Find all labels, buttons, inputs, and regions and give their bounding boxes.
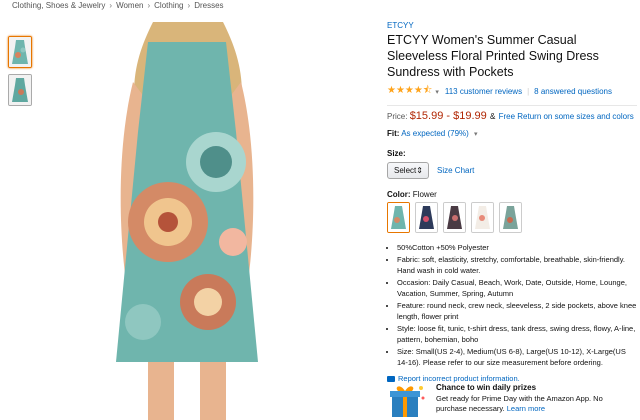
breadcrumb-item[interactable]: Clothing, Shoes & Jewelry: [12, 1, 105, 10]
report-link-text: Report incorrect product information.: [398, 374, 520, 383]
promo-banner: Chance to win daily prizes Get ready for…: [388, 383, 638, 420]
star-rating-icon[interactable]: ★★★★⯪: [387, 83, 432, 100]
feature-bullet: Occasion: Daily Casual, Beach, Work, Dat…: [397, 277, 637, 299]
color-swatch-flower[interactable]: [387, 202, 410, 233]
feature-bullets: 50%Cotton +50% Polyester Fabric: soft, e…: [387, 242, 637, 368]
price-value: $15.99 - $19.99: [409, 110, 487, 122]
price-ampersand: &: [490, 112, 496, 121]
product-info-panel: ETCYY ETCYY Women's Summer Casual Sleeve…: [387, 21, 637, 383]
promo-line: purchase necessary.: [436, 404, 505, 413]
feature-bullet: 50%Cotton +50% Polyester: [397, 242, 637, 253]
color-swatch-navy-floral[interactable]: [415, 202, 438, 233]
color-swatch-dark-floral[interactable]: [443, 202, 466, 233]
fit-row: Fit: As expected (79%) ▾: [387, 129, 637, 138]
dress-swatch-image: [444, 203, 465, 232]
dress-swatch-image: [472, 203, 493, 232]
free-return-link[interactable]: Free Return on some sizes and colors: [499, 112, 634, 121]
promo-title: Chance to win daily prizes: [436, 383, 537, 392]
product-title: ETCYY Women's Summer Casual Sleeveless F…: [387, 33, 599, 79]
feature-bullet: Feature: round neck, crew neck, sleevele…: [397, 300, 637, 322]
thumbnail-front[interactable]: [8, 36, 32, 68]
dress-thumbnail-image: [9, 75, 31, 105]
breadcrumb-item[interactable]: Clothing: [154, 1, 183, 10]
breadcrumb-separator: ›: [109, 1, 113, 10]
promo-line: Get ready for Prime Day with the Amazon …: [436, 393, 603, 403]
color-value: Flower: [412, 190, 437, 199]
chevron-down-icon[interactable]: ▾: [435, 88, 439, 96]
answered-questions-link[interactable]: 8 answered questions: [534, 87, 612, 96]
breadcrumb-item[interactable]: Women: [116, 1, 143, 10]
price-row: Price: $15.99 - $19.99 & Free Return on …: [387, 110, 637, 122]
updown-arrows-icon: ⇕: [416, 166, 423, 175]
brand-link[interactable]: ETCYY: [387, 21, 637, 30]
size-row: Select ⇕ Size Chart: [387, 162, 637, 179]
breadcrumb-separator: ›: [187, 1, 191, 10]
size-select-dropdown[interactable]: Select ⇕: [387, 162, 429, 179]
dress-swatch-image: [388, 203, 409, 232]
dress-swatch-image: [500, 203, 521, 232]
speech-bubble-icon: [387, 375, 395, 382]
rating-row: ★★★★⯪ ▾ 113 customer reviews | 8 answere…: [387, 83, 637, 100]
color-swatch-teal-floral[interactable]: [499, 202, 522, 233]
divider: |: [527, 87, 530, 96]
image-thumbnails: [8, 36, 34, 112]
breadcrumb: Clothing, Shoes & Jewelry › Women › Clothing…: [12, 1, 224, 10]
fit-label: Fit:: [387, 129, 400, 138]
prize-box-icon: [390, 386, 425, 417]
color-swatches: [387, 202, 637, 233]
divider: [387, 105, 637, 106]
fit-value-link[interactable]: As expected (79%): [401, 129, 469, 138]
dress-swatch-image: [416, 203, 437, 232]
promo-text: Chance to win daily prizes Get ready for…: [436, 383, 603, 420]
breadcrumb-item[interactable]: Dresses: [194, 1, 223, 10]
learn-more-link[interactable]: Learn more: [507, 404, 545, 413]
size-select-value: Select: [394, 166, 417, 175]
breadcrumb-separator: ›: [147, 1, 151, 10]
dress-thumbnail-image: [9, 37, 31, 67]
thumbnail-back[interactable]: [8, 74, 32, 106]
size-label: Size:: [387, 149, 406, 158]
color-swatch-white-floral[interactable]: [471, 202, 494, 233]
chevron-down-icon[interactable]: ▾: [474, 131, 478, 138]
size-chart-link[interactable]: Size Chart: [437, 166, 474, 175]
feature-bullet: Fabric: soft, elasticity, stretchy, comf…: [397, 254, 637, 276]
color-row: Color: Flower: [387, 190, 637, 199]
feature-bullet: Size: Small(US 2-4), Medium(US 6-8), Lar…: [397, 346, 637, 368]
main-product-image[interactable]: [98, 22, 276, 420]
feature-bullet: Style: loose fit, tunic, t-shirt dress, …: [397, 323, 637, 345]
dress-model-photo: [98, 22, 276, 420]
customer-reviews-link[interactable]: 113 customer reviews: [445, 87, 522, 96]
color-label: Color:: [387, 190, 411, 199]
price-label: Price:: [387, 112, 408, 121]
report-incorrect-info-link[interactable]: Report incorrect product information.: [387, 374, 637, 383]
